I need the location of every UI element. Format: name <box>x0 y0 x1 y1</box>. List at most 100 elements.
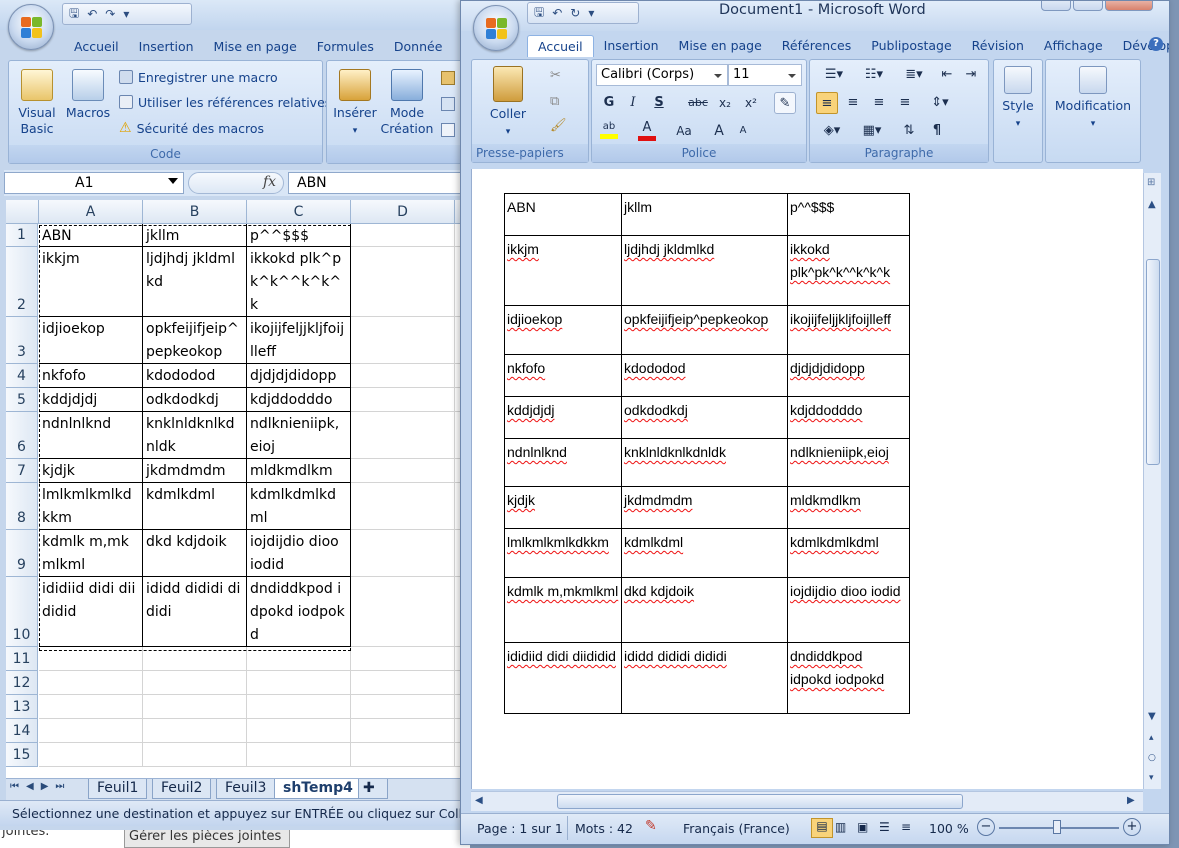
cell-a9[interactable]: kdmlk m,mkmlkml <box>39 530 143 577</box>
row-header-11[interactable]: 11 <box>6 647 38 671</box>
cell-d10[interactable] <box>351 577 455 647</box>
row-header-7[interactable]: 7 <box>6 459 38 483</box>
row-header-6[interactable]: 6 <box>6 412 38 459</box>
row-header-1[interactable]: 1 <box>6 224 38 247</box>
bold-button[interactable]: G <box>598 92 620 114</box>
spreadsheet-grid[interactable]: A B C D 1 2 3 4 5 6 7 8 9 10 11 12 13 14 15 ABN jkllm p^… <box>6 200 469 778</box>
zoom-in-icon[interactable]: + <box>1123 818 1141 836</box>
align-right-icon[interactable]: ≡ <box>868 92 890 114</box>
word-table-cell[interactable]: opkfeijifjeip^pepkeokop <box>621 305 788 355</box>
word-tab-mise-en-page[interactable]: Mise en page <box>669 35 772 57</box>
language-indicator[interactable]: Français (France) <box>683 821 790 836</box>
macros-button[interactable]: Macros <box>63 69 113 121</box>
word-table-cell[interactable]: ndnlnlknd <box>504 438 622 487</box>
cell-d6[interactable] <box>351 412 455 459</box>
proofing-icon[interactable]: ✎ <box>645 818 657 834</box>
row-header-10[interactable]: 10 <box>6 577 38 647</box>
cell-b14[interactable] <box>143 719 247 743</box>
cell-a5[interactable]: kddjdjdj <box>39 388 143 412</box>
show-formatting-button[interactable]: ¶ <box>926 120 948 142</box>
cell-c2[interactable]: ikkokd plk^pk^k^^k^k^k <box>247 247 351 317</box>
web-layout-icon[interactable]: ▣ <box>857 820 868 834</box>
cell-a3[interactable]: idjioekop <box>39 317 143 364</box>
excel-tab-accueil[interactable]: Accueil <box>64 36 129 57</box>
word-table-cell[interactable]: kdjddodddo <box>787 396 910 439</box>
cell-c11[interactable] <box>247 647 351 671</box>
word-tab-affichage[interactable]: Affichage <box>1034 35 1113 57</box>
cell-b10[interactable]: ididd dididi dididi <box>143 577 247 647</box>
maximize-button[interactable] <box>1073 1 1103 11</box>
cell-c6[interactable]: ndlknieniipk,eioj <box>247 412 351 459</box>
underline-button[interactable]: S <box>648 92 670 114</box>
justify-icon[interactable]: ≡ <box>894 92 916 114</box>
shrink-font-button[interactable]: A <box>732 120 754 142</box>
decrease-indent-icon[interactable]: ⇤ <box>936 64 958 86</box>
cell-b9[interactable]: dkd kdjdoik <box>143 530 247 577</box>
word-tab-insertion[interactable]: Insertion <box>594 35 669 57</box>
word-table-cell[interactable]: knklnldknlkdnldk <box>621 438 788 487</box>
row-header-5[interactable]: 5 <box>6 388 38 412</box>
insert-sheet-icon[interactable]: ✚ <box>358 779 388 799</box>
office-button[interactable] <box>8 4 54 50</box>
cell-d15[interactable] <box>351 743 455 767</box>
cell-a12[interactable] <box>39 671 143 695</box>
scroll-down-icon[interactable]: ▼ <box>1148 711 1156 722</box>
word-office-button[interactable] <box>473 5 519 51</box>
cell-d3[interactable] <box>351 317 455 364</box>
word-repeat-icon[interactable]: ↻ <box>570 6 580 20</box>
cell-c12[interactable] <box>247 671 351 695</box>
cell-d5[interactable] <box>351 388 455 412</box>
word-table-cell[interactable]: kdmlkdmlkdml <box>787 528 910 578</box>
cell-b13[interactable] <box>143 695 247 719</box>
clear-formatting-icon[interactable]: ✎ <box>774 92 796 114</box>
word-table[interactable]: ABN jkllm p^^$$$ ikkjm ljdjhdj jkldmlkd ikkok… <box>504 193 910 714</box>
ruler-toggle-icon[interactable]: ⊞ <box>1147 177 1155 188</box>
word-table-cell[interactable]: dndiddkpod idpokd iodpokd <box>787 642 910 714</box>
cell-b2[interactable]: ljdjhdj jkldmlkd <box>143 247 247 317</box>
cell-a14[interactable] <box>39 719 143 743</box>
cell-b15[interactable] <box>143 743 247 767</box>
cell-b1[interactable]: jkllm <box>143 224 247 247</box>
highlight-button[interactable]: ab <box>596 120 622 142</box>
row-header-13[interactable]: 13 <box>6 695 38 719</box>
properties-icon[interactable] <box>441 71 455 85</box>
word-table-cell[interactable]: ndlknieniipk,eioj <box>787 438 910 487</box>
cell-d4[interactable] <box>351 364 455 388</box>
align-center-icon[interactable]: ≡ <box>842 92 864 114</box>
word-count[interactable]: Mots : 42 <box>575 821 633 836</box>
scroll-right-icon[interactable]: ▶ <box>1127 795 1135 806</box>
vertical-scrollbar[interactable]: ⊞ ▲ ▼ ▴ ○ ▾ <box>1143 173 1161 789</box>
next-page-icon[interactable]: ▾ <box>1149 773 1154 783</box>
cell-b4[interactable]: kdododod <box>143 364 247 388</box>
word-table-cell[interactable]: iojdijdio dioo iodid <box>787 577 910 643</box>
page-count[interactable]: Page : 1 sur 1 <box>477 821 563 836</box>
cell-a15[interactable] <box>39 743 143 767</box>
word-table-cell[interactable]: mldkmdlkm <box>787 486 910 529</box>
cell-d2[interactable] <box>351 247 455 317</box>
close-button[interactable] <box>1105 1 1153 11</box>
modification-button[interactable]: Modification ▾ <box>1048 66 1138 132</box>
print-layout-icon[interactable]: ▤ <box>811 818 833 838</box>
column-header-d[interactable]: D <box>351 200 455 224</box>
redo-icon[interactable]: ↷ <box>105 7 115 21</box>
word-table-cell[interactable]: odkdodkdj <box>621 396 788 439</box>
row-header-8[interactable]: 8 <box>6 483 38 530</box>
relative-references-button[interactable]: Utiliser les références relatives <box>119 90 331 114</box>
excel-tab-donnees[interactable]: Donnée <box>384 36 453 57</box>
cell-d1[interactable] <box>351 224 455 247</box>
word-customize-icon[interactable]: ▾ <box>588 6 594 20</box>
word-table-cell[interactable]: kjdjk <box>504 486 622 529</box>
cell-a10[interactable]: ididiid didi diididid <box>39 577 143 647</box>
cell-d12[interactable] <box>351 671 455 695</box>
superscript-button[interactable]: x² <box>740 92 762 114</box>
macro-security-button[interactable]: ⚠ Sécurité des macros <box>119 116 264 140</box>
cell-d13[interactable] <box>351 695 455 719</box>
cell-c14[interactable] <box>247 719 351 743</box>
bullets-icon[interactable]: ☰▾ <box>816 64 852 86</box>
outline-icon[interactable]: ☰ <box>879 820 890 834</box>
word-tab-publipostage[interactable]: Publipostage <box>861 35 961 57</box>
previous-page-icon[interactable]: ▴ <box>1149 733 1154 743</box>
cell-c10[interactable]: dndiddkpod idpokd iodpokd <box>247 577 351 647</box>
cell-b12[interactable] <box>143 671 247 695</box>
formula-input[interactable]: ABN <box>288 172 469 194</box>
